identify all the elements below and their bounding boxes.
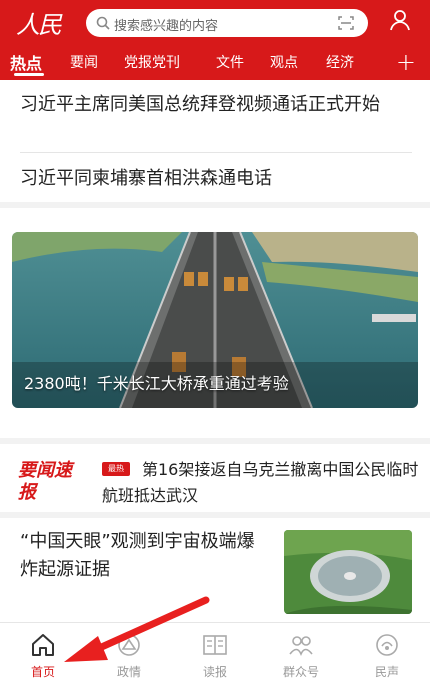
nav-voice[interactable]: 民声 [352, 633, 422, 678]
flash-news-text: 第16架接返自乌克兰撤离中国公民临时航班抵达武汉 [102, 460, 419, 505]
feature-caption: 2380吨！千米长江大桥承重通过考验 [24, 374, 289, 393]
newspaper-icon [203, 635, 227, 655]
search-bar[interactable]: 搜索感兴趣的内容 [86, 9, 368, 37]
scan-icon[interactable] [338, 15, 354, 31]
people-icon [289, 636, 313, 656]
user-profile-icon[interactable] [388, 8, 412, 32]
headline-2[interactable]: 习近平同柬埔寨首相洪森通电话 [20, 166, 412, 192]
government-icon [118, 634, 140, 656]
bottom-nav: 首页 政情 读报 群众号 民声 [0, 622, 430, 678]
flash-news[interactable]: 要闻速报 最热 第16架接返自乌克兰撤离中国公民临时航班抵达武汉 [0, 444, 430, 512]
add-channel-button[interactable]: + [396, 48, 416, 76]
feature-photo[interactable]: 2380吨！千米长江大桥承重通过考验 [12, 232, 418, 408]
news-thumbnail [284, 530, 412, 614]
headline-card: 习近平主席同美国总统拜登视频通话正式开始 习近平同柬埔寨首相洪森通电话 [0, 80, 430, 202]
nav-home-label: 首页 [30, 665, 55, 678]
flash-news-title: 要闻速报 [18, 460, 72, 503]
tab-hot[interactable]: 热点 [10, 50, 42, 74]
active-tab-indicator [14, 73, 44, 76]
voice-icon [376, 634, 398, 656]
tab-economy[interactable]: 经济 [326, 52, 354, 72]
nav-newspaper-label: 读报 [202, 665, 227, 678]
nav-people[interactable]: 群众号 [266, 633, 336, 678]
nav-home[interactable]: 首页 [8, 633, 78, 678]
nav-government-label: 政情 [116, 665, 141, 678]
search-icon [96, 16, 110, 30]
tab-documents[interactable]: 文件 [216, 52, 244, 72]
search-placeholder: 搜索感兴趣的内容 [114, 19, 219, 34]
news-item-title: “中国天眼”观测到宇宙极端爆炸起源证据 [20, 531, 255, 580]
app-logo[interactable]: 人民 [16, 5, 62, 40]
nav-newspaper[interactable]: 读报 [180, 633, 250, 678]
nav-voice-label: 民声 [374, 665, 399, 678]
home-icon [32, 634, 54, 656]
tab-news[interactable]: 要闻 [70, 52, 98, 72]
top-header: 人民 搜索感兴趣的内容 热点 要闻 党报党刊 文件 观点 经济 + [0, 0, 430, 80]
tab-opinion[interactable]: 观点 [270, 52, 298, 72]
nav-government[interactable]: 政情 [94, 633, 164, 678]
divider [20, 152, 412, 153]
headline-1[interactable]: 习近平主席同美国总统拜登视频通话正式开始 [20, 92, 412, 118]
channel-tabs: 热点 要闻 党报党刊 文件 观点 经济 + [0, 48, 430, 76]
nav-people-label: 群众号 [282, 665, 319, 678]
tab-party-papers[interactable]: 党报党刊 [124, 52, 180, 72]
news-item[interactable]: “中国天眼”观测到宇宙极端爆炸起源证据 [0, 518, 430, 622]
